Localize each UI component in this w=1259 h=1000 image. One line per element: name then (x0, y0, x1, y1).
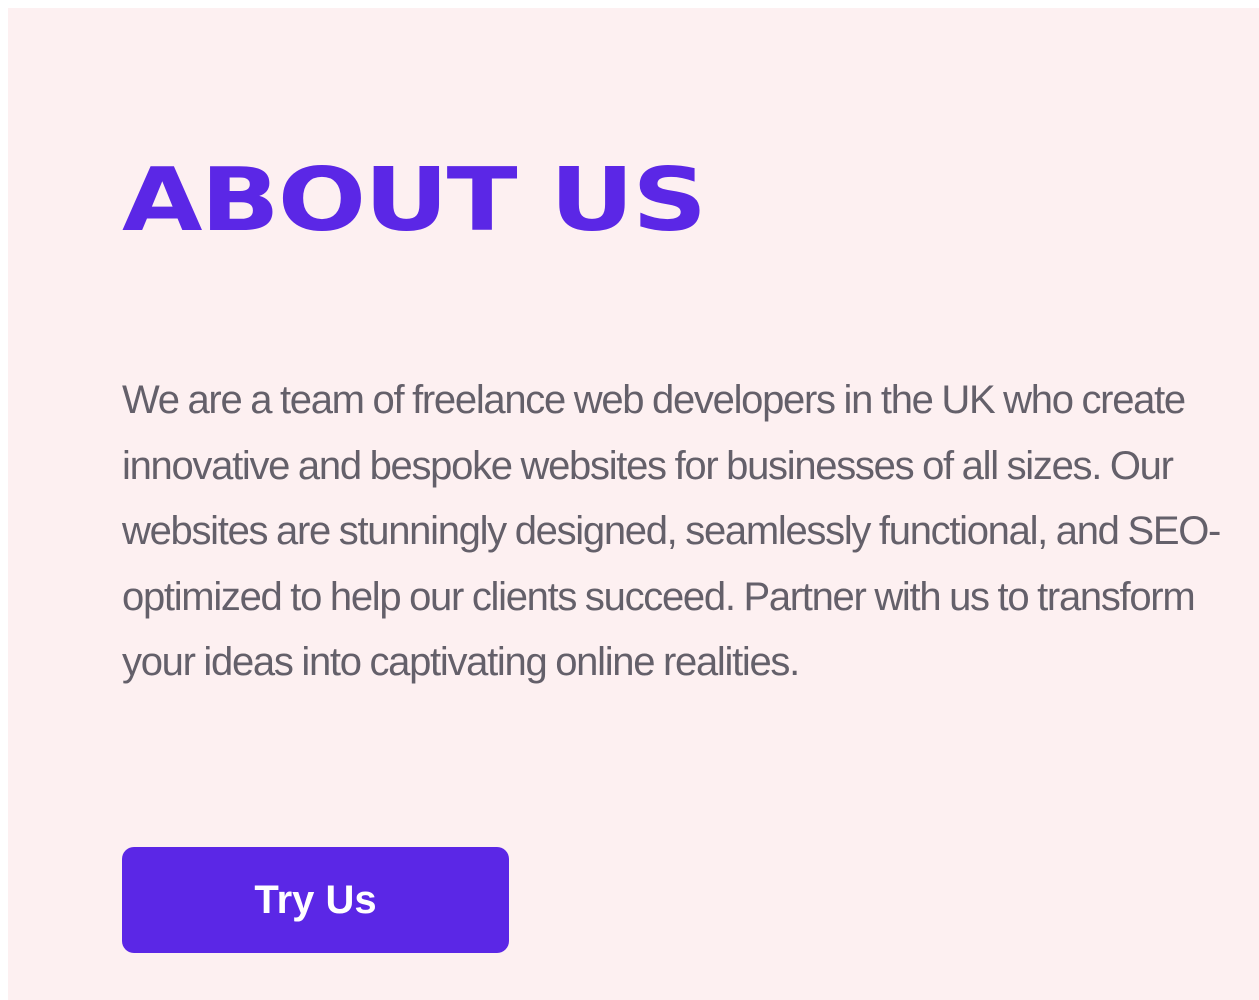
try-us-button[interactable]: Try Us (122, 847, 509, 953)
about-description: We are a team of freelance web developer… (122, 378, 1221, 684)
about-section: ABOUT US We are a team of freelance web … (8, 8, 1259, 1000)
about-title: ABOUT US (122, 148, 707, 251)
